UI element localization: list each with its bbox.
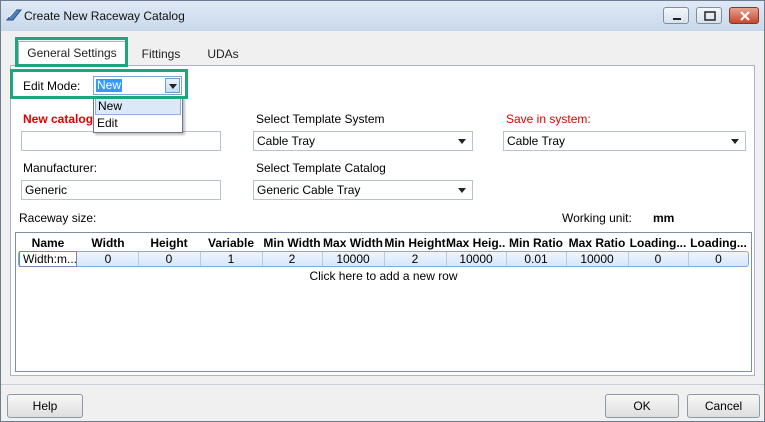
- edit-mode-value: New: [96, 78, 123, 92]
- chevron-down-icon: [458, 188, 466, 193]
- tab-general-settings[interactable]: General Settings: [18, 41, 126, 66]
- working-unit-label: Working unit:: [562, 211, 632, 225]
- column-header[interactable]: Max Ratio: [566, 235, 628, 251]
- cell-divider: [628, 252, 629, 266]
- cell-divider: [200, 252, 201, 266]
- table-cell[interactable]: 1: [200, 251, 262, 267]
- column-header[interactable]: Width: [78, 235, 138, 251]
- close-icon: [740, 11, 750, 21]
- table-cell[interactable]: 2: [262, 251, 322, 267]
- cancel-button[interactable]: Cancel: [687, 394, 760, 418]
- tab-fittings[interactable]: Fittings: [135, 43, 187, 65]
- column-header[interactable]: Min Height: [384, 235, 446, 251]
- cell-divider: [506, 252, 507, 266]
- column-header[interactable]: Min Width: [262, 235, 322, 251]
- edit-mode-label: Edit Mode:: [23, 79, 81, 93]
- minimize-icon: [673, 18, 681, 20]
- cell-divider: [446, 252, 447, 266]
- table-cell[interactable]: 0: [688, 251, 749, 267]
- cell-divider: [262, 252, 263, 266]
- dropdown-option-new[interactable]: New: [95, 98, 181, 115]
- template-system-label: Select Template System: [256, 112, 385, 126]
- template-catalog-combo[interactable]: Generic Cable Tray: [253, 180, 473, 200]
- column-header[interactable]: Variable: [200, 235, 262, 251]
- column-header[interactable]: Height: [138, 235, 200, 251]
- table-cell[interactable]: 10000: [322, 251, 384, 267]
- table-cell[interactable]: 10000: [566, 251, 628, 267]
- tab-udas[interactable]: UDAs: [201, 43, 245, 65]
- table-cell[interactable]: Width:m...: [19, 251, 77, 267]
- column-header[interactable]: Loading...: [688, 235, 749, 251]
- new-catalog-input[interactable]: [21, 131, 221, 151]
- new-catalog-label: New catalog: [23, 112, 94, 126]
- column-header[interactable]: Max Width: [322, 235, 384, 251]
- title-bar: Create New Raceway Catalog: [1, 1, 764, 31]
- template-system-value: Cable Tray: [257, 134, 316, 148]
- cell-divider: [138, 252, 139, 266]
- template-catalog-label: Select Template Catalog: [256, 161, 386, 175]
- column-header[interactable]: Min Ratio: [506, 235, 566, 251]
- maximize-icon: [704, 11, 716, 21]
- raceway-size-label: Raceway size:: [19, 211, 97, 225]
- table-cell[interactable]: 0: [628, 251, 688, 267]
- table-cell[interactable]: 10000: [446, 251, 506, 267]
- add-new-row[interactable]: Click here to add a new row: [16, 269, 751, 283]
- cell-divider: [566, 252, 567, 266]
- column-header[interactable]: Loading...: [628, 235, 688, 251]
- app-icon: [5, 8, 23, 22]
- template-system-combo[interactable]: Cable Tray: [253, 131, 473, 151]
- manufacturer-input[interactable]: Generic: [21, 180, 221, 200]
- column-header[interactable]: Max Heig...: [446, 235, 506, 251]
- table-cell[interactable]: 0.01: [506, 251, 566, 267]
- edit-mode-dropdown-button[interactable]: [165, 78, 180, 93]
- footer-divider: [1, 384, 764, 385]
- cell-divider: [322, 252, 323, 266]
- working-unit-value: mm: [653, 211, 675, 225]
- table-cell[interactable]: 2: [384, 251, 446, 267]
- save-in-system-combo[interactable]: Cable Tray: [503, 131, 746, 151]
- template-catalog-value: Generic Cable Tray: [257, 183, 361, 197]
- chevron-down-icon: [731, 139, 739, 144]
- column-header[interactable]: Name: [18, 235, 78, 251]
- dropdown-option-edit[interactable]: Edit: [95, 115, 181, 132]
- window-title: Create New Raceway Catalog: [24, 9, 185, 23]
- save-in-system-value: Cable Tray: [507, 134, 566, 148]
- table-cell[interactable]: 0: [138, 251, 200, 267]
- cell-divider: [384, 252, 385, 266]
- ok-button[interactable]: OK: [605, 394, 679, 418]
- minimize-button[interactable]: [663, 7, 689, 24]
- table-cell[interactable]: 0: [78, 251, 138, 267]
- chevron-down-icon: [169, 84, 177, 89]
- help-button[interactable]: Help: [7, 394, 83, 418]
- close-button[interactable]: [729, 7, 759, 24]
- edit-mode-dropdown-list: New Edit: [93, 96, 183, 133]
- raceway-size-grid[interactable]: Name Width Height Variable Min Width Max…: [15, 232, 752, 372]
- manufacturer-label: Manufacturer:: [23, 161, 98, 175]
- save-in-system-label: Save in system:: [506, 112, 591, 126]
- maximize-button[interactable]: [696, 7, 722, 24]
- edit-mode-combo[interactable]: New: [93, 76, 182, 95]
- cell-divider: [688, 252, 689, 266]
- dialog-window: Create New Raceway Catalog General Setti…: [0, 0, 765, 422]
- chevron-down-icon: [458, 139, 466, 144]
